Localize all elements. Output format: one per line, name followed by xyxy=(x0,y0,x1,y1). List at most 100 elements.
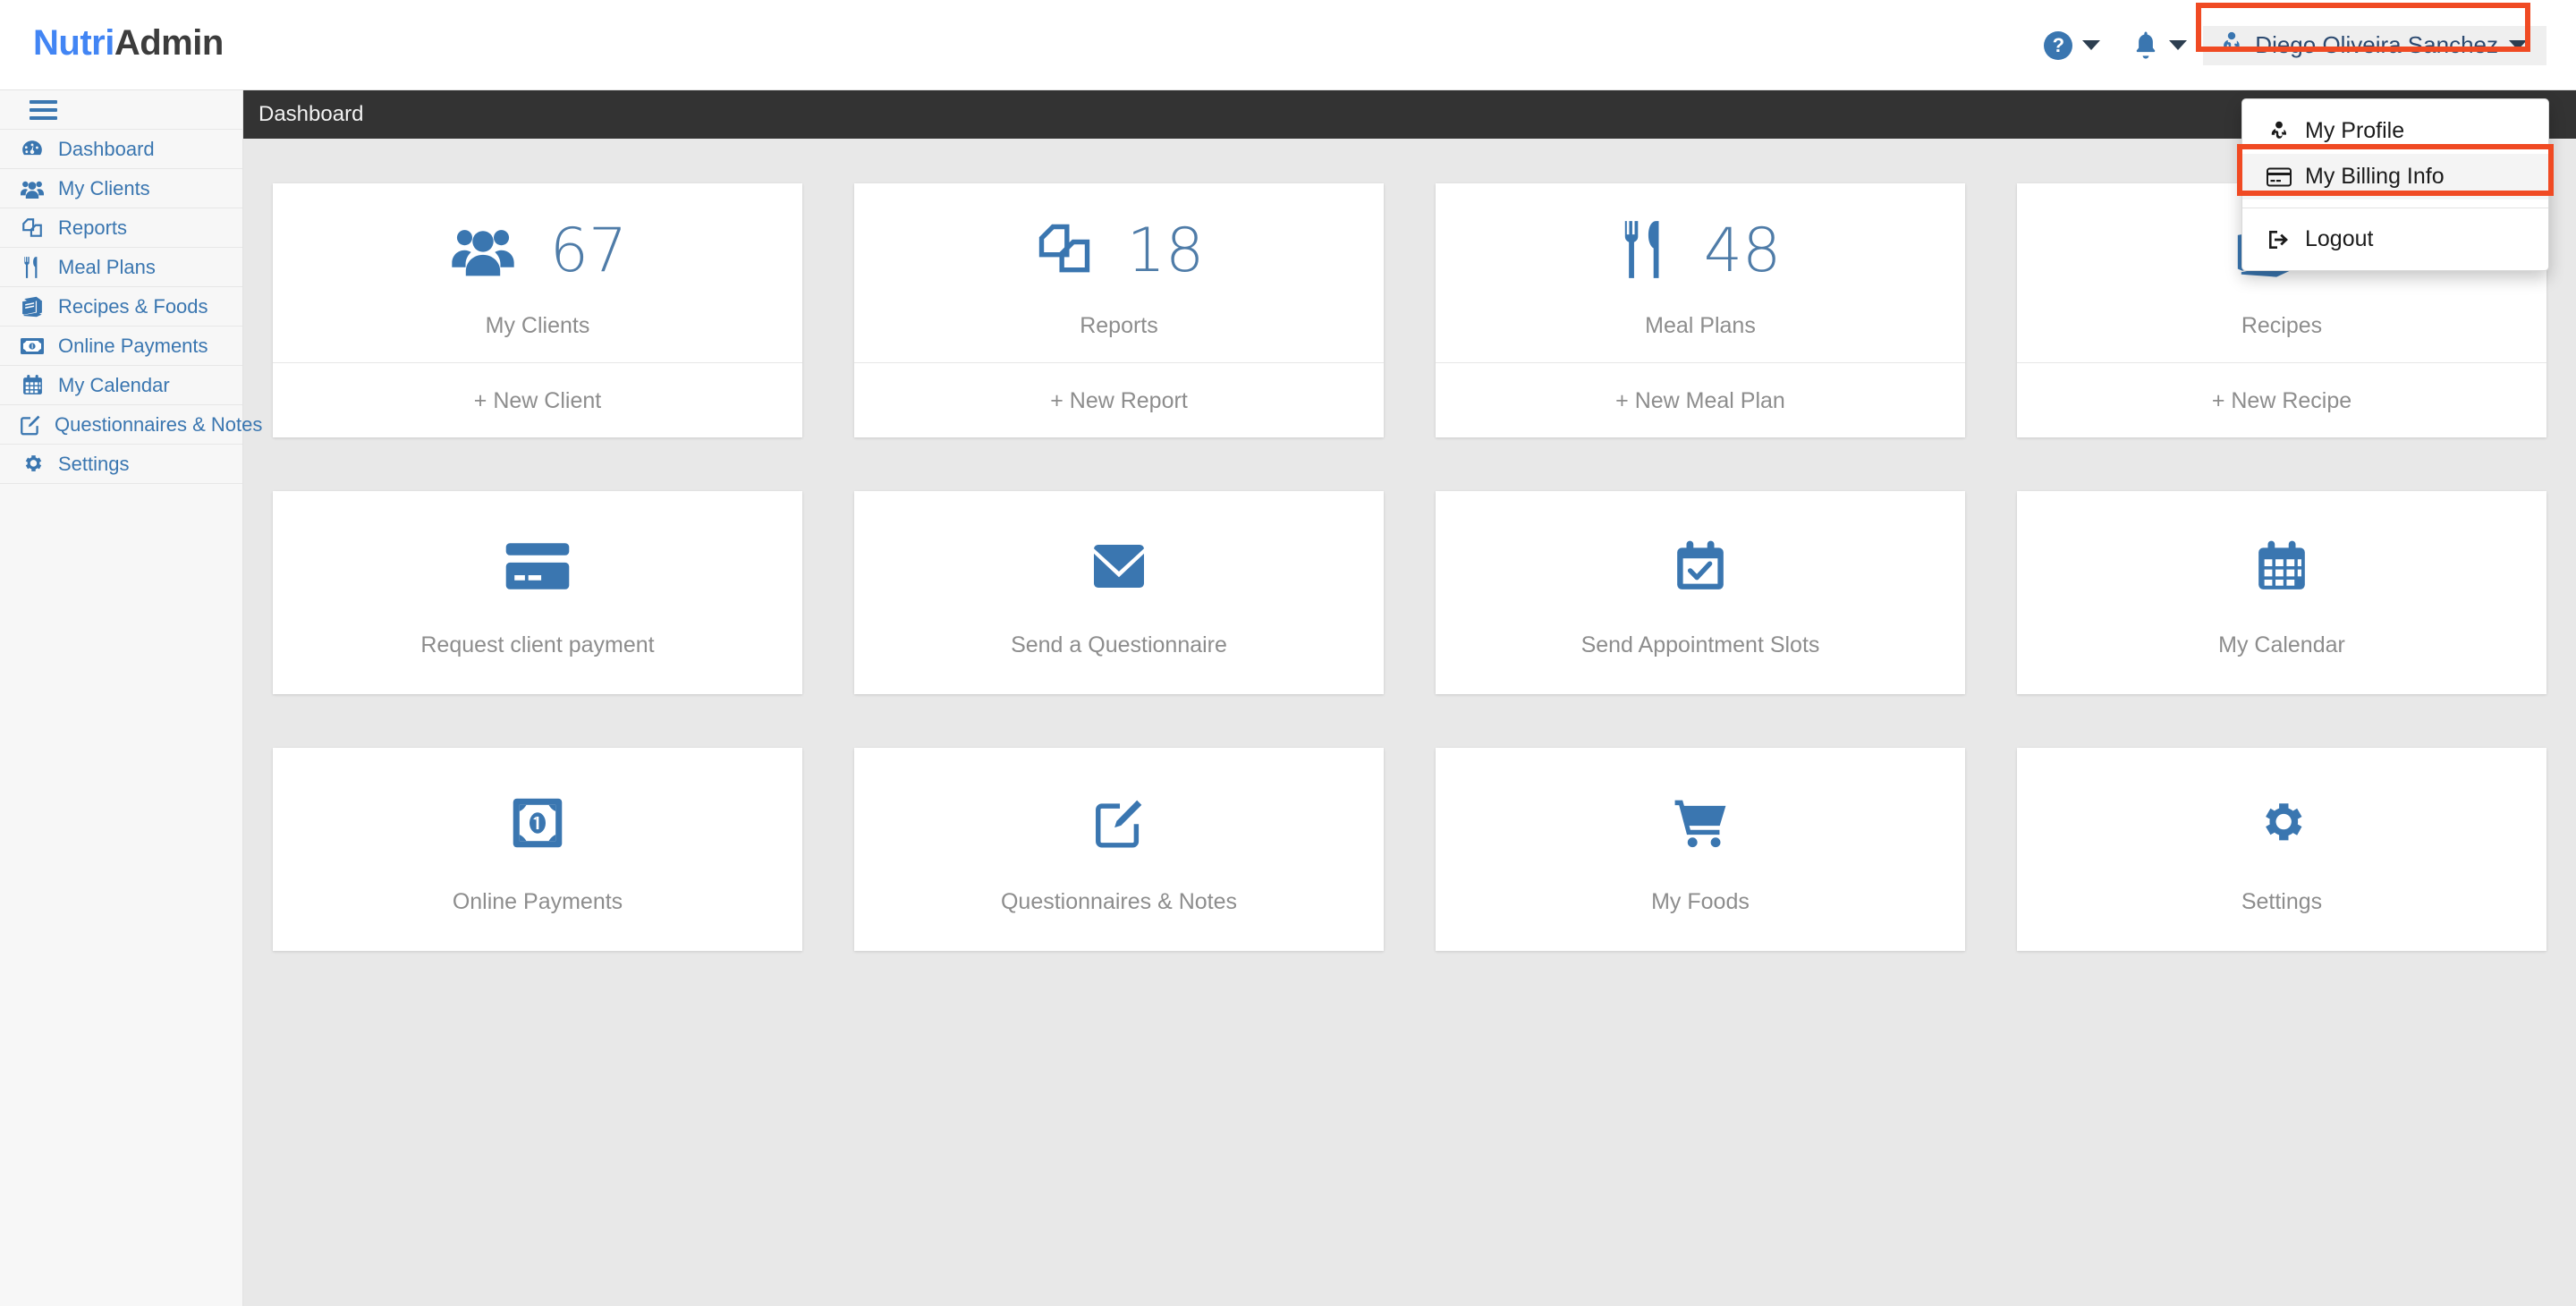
action-card-row-3: Online Payments Questionnaires & Notes M… xyxy=(243,694,2576,951)
card-label: Send a Questionnaire xyxy=(1011,632,1227,657)
credit-card-icon xyxy=(2266,167,2292,187)
card-my-calendar[interactable]: My Calendar xyxy=(2017,491,2546,694)
card-my-clients[interactable]: 67 My Clients + New Client xyxy=(273,183,802,437)
header-actions: ? Diego Oliveira Sanchez xyxy=(2028,0,2576,90)
breadcrumb: Dashboard xyxy=(243,90,2576,139)
sidebar-item-label: Settings xyxy=(58,452,130,475)
bell-icon xyxy=(2132,30,2159,60)
card-online-payments[interactable]: Online Payments xyxy=(273,748,802,951)
money-icon xyxy=(511,787,564,859)
new-recipe-button[interactable]: + New Recipe xyxy=(2017,362,2546,437)
calendar-icon xyxy=(2254,530,2309,602)
user-name-label: Diego Oliveira Sanchez xyxy=(2255,31,2498,58)
card-label: Online Payments xyxy=(452,889,623,914)
sidebar-toggle-button[interactable] xyxy=(0,90,242,130)
pen-square-icon xyxy=(1091,787,1147,859)
card-label: Recipes xyxy=(2241,313,2323,338)
user-md-icon xyxy=(2219,30,2244,60)
top-header-bar: NutriAdmin ? Diego Oliveira Sanchez xyxy=(0,0,2576,90)
sidebar-item-my-clients[interactable]: My Clients xyxy=(0,169,242,208)
card-label: Meal Plans xyxy=(1645,313,1756,338)
left-sidebar: Dashboard My Clients Reports Meal Plans … xyxy=(0,90,262,1306)
sidebar-item-label: Dashboard xyxy=(58,137,155,160)
sidebar-item-reports[interactable]: Reports xyxy=(0,208,242,248)
menu-item-label: Logout xyxy=(2305,226,2374,251)
user-menu-button[interactable]: Diego Oliveira Sanchez xyxy=(2203,25,2546,65)
logo-admin: Admin xyxy=(114,23,224,63)
chevron-down-icon xyxy=(2509,40,2527,50)
sidebar-item-meal-plans[interactable]: Meal Plans xyxy=(0,248,242,287)
sidebar-item-recipes-and-foods[interactable]: Recipes & Foods xyxy=(0,287,242,326)
sidebar-item-questionnaires-and-notes[interactable]: Questionnaires & Notes xyxy=(0,405,262,445)
card-send-appointment-slots[interactable]: Send Appointment Slots xyxy=(1436,491,1965,694)
new-report-button[interactable]: + New Report xyxy=(854,362,1384,437)
sidebar-item-dashboard[interactable]: Dashboard xyxy=(0,130,242,169)
menu-item-label: My Billing Info xyxy=(2305,164,2445,189)
sidebar-item-label: Questionnaires & Notes xyxy=(55,412,263,436)
card-label: Questionnaires & Notes xyxy=(1000,889,1238,914)
copy-icon xyxy=(1034,219,1095,284)
card-send-a-questionnaire[interactable]: Send a Questionnaire xyxy=(854,491,1384,694)
dashboard-icon xyxy=(19,138,46,161)
user-md-icon xyxy=(2266,120,2292,143)
card-body: 48 Meal Plans xyxy=(1436,183,1965,362)
help-menu-button[interactable]: ? xyxy=(2028,0,2116,90)
cutlery-icon xyxy=(1620,218,1672,285)
card-label: My Clients xyxy=(485,313,590,338)
page-title: Dashboard xyxy=(258,102,364,126)
cutlery-icon xyxy=(19,256,46,279)
chevron-down-icon xyxy=(2169,40,2188,50)
logo-nutri: Nutri xyxy=(33,23,114,63)
card-label: My Foods xyxy=(1651,889,1750,914)
stat-count: 48 xyxy=(1703,216,1782,286)
gear-icon xyxy=(2256,787,2308,859)
calendar-icon xyxy=(19,374,46,396)
card-label: My Calendar xyxy=(2218,632,2345,657)
menu-item-my-billing-info[interactable]: My Billing Info xyxy=(2242,154,2548,199)
sidebar-item-label: Reports xyxy=(58,216,128,239)
stat-line: 18 xyxy=(1034,213,1205,290)
notifications-menu-button[interactable] xyxy=(2116,0,2203,90)
user-menu-wrapper: Diego Oliveira Sanchez xyxy=(2196,0,2576,90)
new-client-button[interactable]: + New Client xyxy=(273,362,802,437)
sidebar-item-label: Online Payments xyxy=(58,334,208,357)
credit-card-icon xyxy=(504,530,572,602)
card-settings[interactable]: Settings xyxy=(2017,748,2546,951)
copy-icon xyxy=(19,216,46,240)
dashboard-content: 67 My Clients + New Client 18 Reports + … xyxy=(243,139,2576,1306)
card-label: Reports xyxy=(1080,313,1158,338)
envelope-icon xyxy=(1090,530,1148,602)
question-circle-icon: ? xyxy=(2044,30,2073,60)
calendar-check-icon xyxy=(1673,530,1728,602)
card-label: Settings xyxy=(2241,889,2323,914)
card-request-client-payment[interactable]: Request client payment xyxy=(273,491,802,694)
card-reports[interactable]: 18 Reports + New Report xyxy=(854,183,1384,437)
card-questionnaires-and-notes[interactable]: Questionnaires & Notes xyxy=(854,748,1384,951)
users-icon xyxy=(19,178,46,199)
gear-icon xyxy=(19,453,46,475)
user-dropdown-menu: My Profile My Billing Info Logout xyxy=(2237,98,2554,271)
action-card-row-2: Request client payment Send a Questionna… xyxy=(243,437,2576,694)
menu-item-logout[interactable]: Logout xyxy=(2242,216,2548,262)
money-icon xyxy=(19,336,46,356)
sidebar-item-online-payments[interactable]: Online Payments xyxy=(0,326,242,366)
stat-line: 67 xyxy=(448,213,627,290)
sidebar-item-label: My Calendar xyxy=(58,373,170,396)
shopping-cart-icon xyxy=(1673,787,1728,859)
stat-line: 48 xyxy=(1620,213,1782,290)
chevron-down-icon xyxy=(2082,40,2101,50)
sidebar-item-my-calendar[interactable]: My Calendar xyxy=(0,366,242,405)
card-body: 67 My Clients xyxy=(273,183,802,362)
stat-card-row: 67 My Clients + New Client 18 Reports + … xyxy=(243,139,2576,437)
menu-item-my-profile[interactable]: My Profile xyxy=(2242,108,2548,154)
card-meal-plans[interactable]: 48 Meal Plans + New Meal Plan xyxy=(1436,183,1965,437)
stat-count: 18 xyxy=(1126,216,1205,286)
app-logo[interactable]: NutriAdmin xyxy=(33,23,224,64)
users-icon xyxy=(448,221,518,283)
sidebar-item-settings[interactable]: Settings xyxy=(0,445,242,484)
book-icon xyxy=(19,295,46,318)
new-meal-plan-button[interactable]: + New Meal Plan xyxy=(1436,362,1965,437)
card-body: 18 Reports xyxy=(854,183,1384,362)
sidebar-item-label: My Clients xyxy=(58,176,150,199)
card-my-foods[interactable]: My Foods xyxy=(1436,748,1965,951)
